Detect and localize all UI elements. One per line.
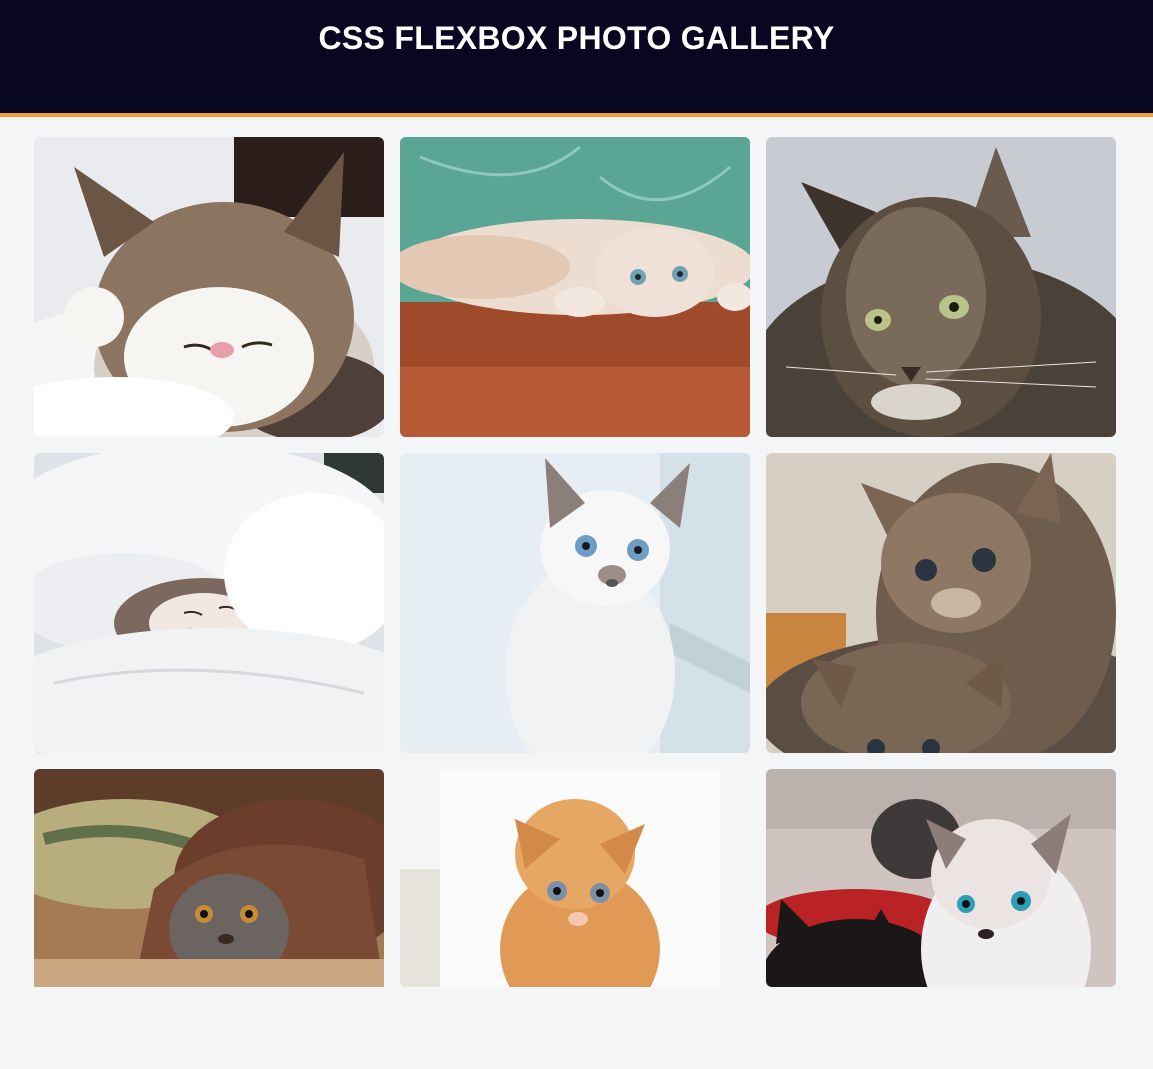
photo-2-image	[400, 137, 750, 437]
gallery-photo-9[interactable]	[766, 769, 1116, 987]
gallery-photo-3[interactable]	[766, 137, 1116, 437]
gallery-photo-1[interactable]	[34, 137, 384, 437]
photo-3-image	[766, 137, 1116, 437]
gallery-photo-5[interactable]	[400, 453, 750, 753]
photo-9-image	[766, 769, 1116, 987]
photo-1-image	[34, 137, 384, 437]
gallery-photo-4[interactable]	[34, 453, 384, 753]
photo-4-image	[34, 453, 384, 753]
page-title: CSS FLEXBOX PHOTO GALLERY	[318, 20, 835, 56]
photo-7-image	[34, 769, 384, 987]
gallery-photo-8[interactable]	[400, 769, 750, 987]
gallery-photo-7[interactable]	[34, 769, 384, 1069]
gallery-photo-2[interactable]	[400, 137, 750, 437]
page-header: CSS FLEXBOX PHOTO GALLERY	[0, 0, 1153, 117]
photo-8-image	[400, 769, 750, 987]
photo-5-image	[400, 453, 750, 753]
photo-6-image	[766, 453, 1116, 753]
gallery-photo-6[interactable]	[766, 453, 1116, 753]
